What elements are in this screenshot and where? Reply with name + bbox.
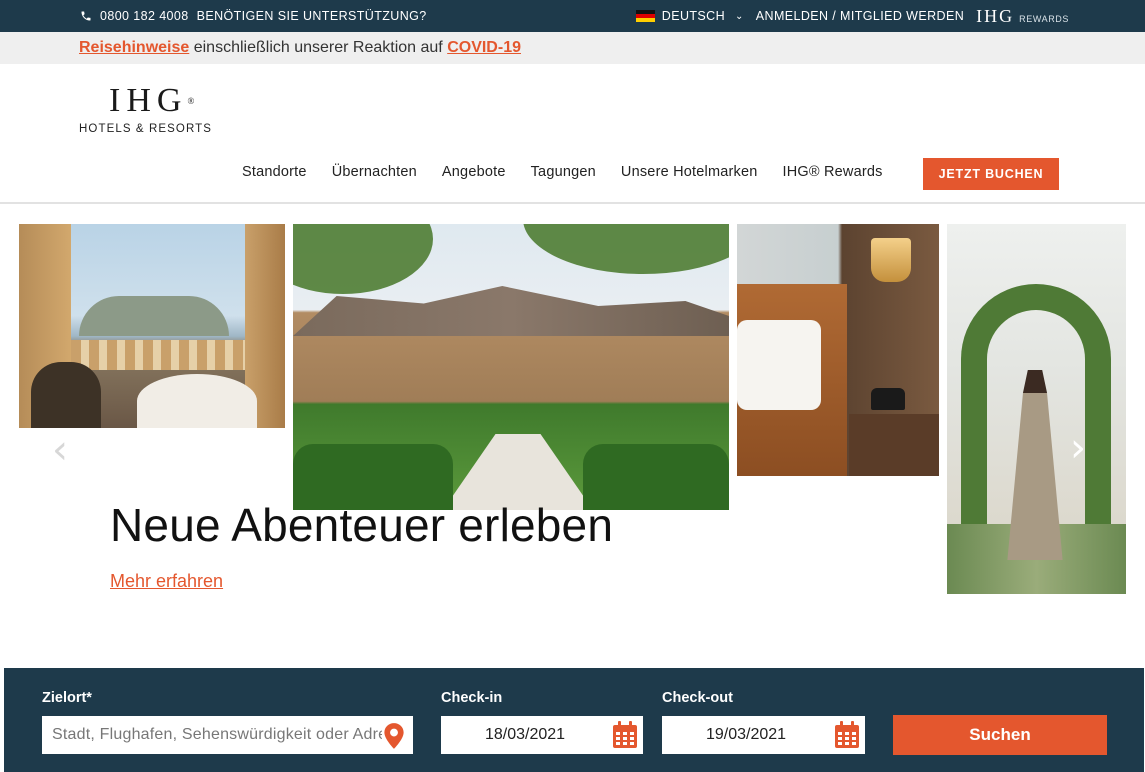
logo-subtitle: HOTELS & RESORTS [79,123,213,135]
logo-registered: ® [187,96,195,106]
hero-title: Neue Abenteuer erleben [110,499,614,551]
search-button[interactable]: Suchen [893,715,1107,755]
carousel-prev-arrow-left-icon[interactable]: ‹ [52,430,68,470]
checkout-input[interactable]: 19/03/2021 [662,716,865,754]
learn-more-link[interactable]: Mehr erfahren [110,571,223,592]
hero-image-breakfast-balcony [19,224,285,428]
nav-item-angebote[interactable]: Angebote [442,164,506,180]
notice-text: einschließlich unserer Reaktion auf [189,39,448,56]
logo-mark: IHG [109,82,188,119]
hero-image-garden-arch [947,224,1126,594]
chevron-down-icon: ⌄ [735,10,744,22]
book-now-button[interactable]: JETZT BUCHEN [923,158,1059,190]
checkin-input[interactable]: 18/03/2021 [441,716,643,754]
main-nav: Standorte Übernachten Angebote Tagungen … [242,164,883,180]
checkin-label: Check-in [441,690,503,706]
top-utility-bar: 0800 182 4008 BENÖTIGEN SIE UNTERSTÜTZUN… [0,0,1145,32]
ihg-rewards-logo[interactable]: IHG REWARDS [976,6,1069,27]
calendar-icon[interactable] [611,720,639,750]
destination-input[interactable]: Stadt, Flughafen, Sehenswürdigkeit oder … [42,716,413,754]
nav-item-uebernachten[interactable]: Übernachten [332,164,417,180]
checkout-label: Check-out [662,690,733,706]
header-divider [0,202,1145,204]
nav-item-hotelmarken[interactable]: Unsere Hotelmarken [621,164,758,180]
calendar-icon[interactable] [833,720,861,750]
checkout-value: 19/03/2021 [706,726,787,743]
rewards-brand: IHG [976,5,1015,26]
language-label: DEUTSCH [661,9,725,23]
ihg-hotels-logo[interactable]: IHG® HOTELS & RESORTS [79,82,229,136]
checkin-value: 18/03/2021 [485,726,566,743]
rewards-label: REWARDS [1019,13,1069,24]
booking-search-bar: Zielort* Stadt, Flughafen, Sehenswürdigk… [4,668,1144,772]
carousel-next-arrow-right-icon[interactable]: › [1070,428,1086,468]
phone-number[interactable]: 0800 182 4008 [100,9,189,23]
language-selector[interactable]: DEUTSCH ⌄ [635,9,744,23]
nav-item-tagungen[interactable]: Tagungen [531,164,596,180]
travel-advice-link[interactable]: Reisehinweise [79,39,189,56]
travel-notice-bar: Reisehinweise einschließlich unserer Rea… [0,32,1145,64]
nav-item-standorte[interactable]: Standorte [242,164,307,180]
covid-link[interactable]: COVID-19 [447,39,521,56]
support-contact[interactable]: 0800 182 4008 BENÖTIGEN SIE UNTERSTÜTZUN… [80,0,427,32]
destination-placeholder: Stadt, Flughafen, Sehenswürdigkeit oder … [52,726,382,743]
support-text[interactable]: BENÖTIGEN SIE UNTERSTÜTZUNG? [197,9,427,23]
map-pin-icon[interactable] [383,723,405,749]
flag-de-icon [635,10,655,22]
login-link[interactable]: ANMELDEN / MITGLIED WERDEN [756,9,964,23]
hero-image-hotel-room [737,224,939,476]
hero-image-manor-house [293,224,729,510]
nav-item-rewards[interactable]: IHG® Rewards [783,164,883,180]
phone-icon [81,11,91,21]
destination-label: Zielort* [42,690,92,706]
